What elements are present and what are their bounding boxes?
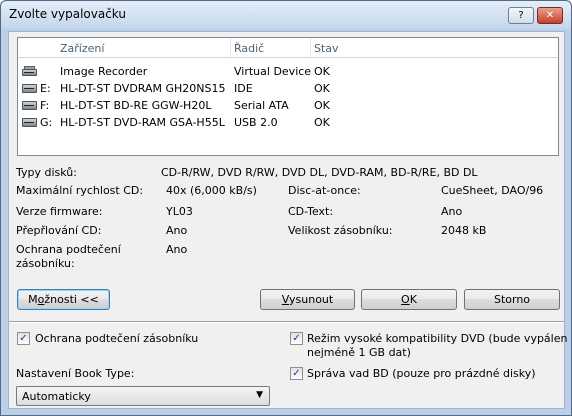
list-item[interactable]: G: HL-DT-ST DVD-RAM GSA-H55L USB 2.0 OK <box>18 114 558 131</box>
device-name: Image Recorder <box>60 65 148 78</box>
device-name: HL-DT-ST BD-RE GGW-H20L <box>60 99 212 112</box>
device-status: OK <box>314 82 330 95</box>
underrun-value: Ano <box>166 243 188 256</box>
max-speed-value: 40x (6,000 kB/s) <box>166 184 257 197</box>
drive-letter: F: <box>40 99 50 112</box>
device-status: OK <box>314 65 330 78</box>
button-accelerator: O <box>401 293 410 306</box>
device-name: HL-DT-ST DVDRAM GH20NS15 <box>60 82 226 95</box>
underrun-protection-checkbox[interactable]: ✓ <box>17 332 30 345</box>
dialog-window: Zvolte vypalovačku ? ✕ Zařízení Řadič St… <box>0 0 572 416</box>
max-speed-label: Maximální rychlost CD: <box>16 184 144 197</box>
dvd-compat-label[interactable]: Režim vysoké kompatibility DVD (bude vyp… <box>307 332 567 345</box>
options-separator <box>9 321 564 323</box>
drive-letter: G: <box>40 116 53 129</box>
firmware-label: Verze firmware: <box>16 205 103 218</box>
device-controller: Serial ATA <box>234 99 289 112</box>
underrun-label: Ochrana podtečení <box>16 243 121 256</box>
column-divider[interactable] <box>230 38 231 57</box>
list-item[interactable]: Image Recorder Virtual Device OK <box>18 63 558 80</box>
column-divider[interactable] <box>310 38 311 57</box>
book-type-label: Nastavení Book Type: <box>16 367 135 380</box>
overburn-value: Ano <box>166 224 188 237</box>
underrun-protection-label[interactable]: Ochrana podtečení zásobníku <box>35 332 198 345</box>
bd-defect-checkbox[interactable]: ✓ <box>290 367 303 380</box>
list-item[interactable]: E: HL-DT-ST DVDRAM GH20NS15 IDE OK <box>18 80 558 97</box>
eject-button[interactable]: Vysunout <box>260 289 355 310</box>
overburn-label: Přepřlování CD: <box>16 224 102 237</box>
recorder-list[interactable]: Zařízení Řadič Stav Image Recorder Virtu… <box>17 37 559 156</box>
drive-icon <box>21 82 39 94</box>
column-header-controller[interactable]: Řadič <box>234 42 264 55</box>
cdtext-value: Ano <box>441 205 463 218</box>
buffer-size-label: Velikost zásobníku: <box>288 224 393 237</box>
drive-letter: E: <box>40 82 51 95</box>
disc-types-value: CD-R/RW, DVD R/RW, DVD DL, DVD-RAM, BD-R… <box>161 166 478 179</box>
ok-button[interactable]: OK <box>361 289 457 310</box>
dvd-compat-checkbox[interactable]: ✓ <box>290 332 303 345</box>
device-controller: Virtual Device <box>234 65 312 78</box>
list-item[interactable]: F: HL-DT-ST BD-RE GGW-H20L Serial ATA OK <box>18 97 558 114</box>
help-button[interactable]: ? <box>508 7 534 24</box>
recorder-icon <box>21 65 39 77</box>
button-label: žnosti << <box>44 293 99 306</box>
buffer-size-value: 2048 kB <box>441 224 487 237</box>
book-type-select[interactable]: Automaticky ▼ <box>16 386 270 406</box>
dao-value: CueSheet, DAO/96 <box>441 184 544 197</box>
firmware-value: YL03 <box>166 205 193 218</box>
device-status: OK <box>314 116 330 129</box>
button-label: ysunout <box>289 293 334 306</box>
chevron-down-icon: ▼ <box>256 390 263 400</box>
device-controller: USB 2.0 <box>234 116 278 129</box>
drive-icon <box>21 116 39 128</box>
window-title: Zvolte vypalovačku <box>9 7 126 21</box>
disc-types-label: Typy disků: <box>16 166 77 179</box>
cdtext-label: CD-Text: <box>288 205 334 218</box>
bd-defect-label[interactable]: Správa vad BD (pouze pro prázdné disky) <box>307 367 536 380</box>
book-type-value: Automaticky <box>22 390 91 403</box>
button-label: M <box>28 293 38 306</box>
close-button[interactable]: ✕ <box>537 7 563 24</box>
drive-icon <box>21 99 39 111</box>
device-status: OK <box>314 99 330 112</box>
title-bar: Zvolte vypalovačku ? ✕ <box>1 1 571 29</box>
cancel-button[interactable]: Storno <box>464 289 560 310</box>
button-accelerator: V <box>281 293 290 306</box>
options-toggle-button[interactable]: Možnosti << <box>17 289 110 310</box>
list-header: Zařízení Řadič Stav <box>18 38 558 58</box>
column-header-status[interactable]: Stav <box>314 42 339 55</box>
dvd-compat-label-line2[interactable]: nejméně 1 GB dat) <box>307 346 411 359</box>
device-name: HL-DT-ST DVD-RAM GSA-H55L <box>60 116 225 129</box>
button-label: K <box>409 293 417 306</box>
dao-label: Disc-at-once: <box>288 184 361 197</box>
underrun-label-line2: zásobníku: <box>16 257 75 270</box>
device-controller: IDE <box>234 82 253 95</box>
column-header-device[interactable]: Zařízení <box>60 42 104 55</box>
dialog-client: Zařízení Řadič Stav Image Recorder Virtu… <box>8 31 567 409</box>
